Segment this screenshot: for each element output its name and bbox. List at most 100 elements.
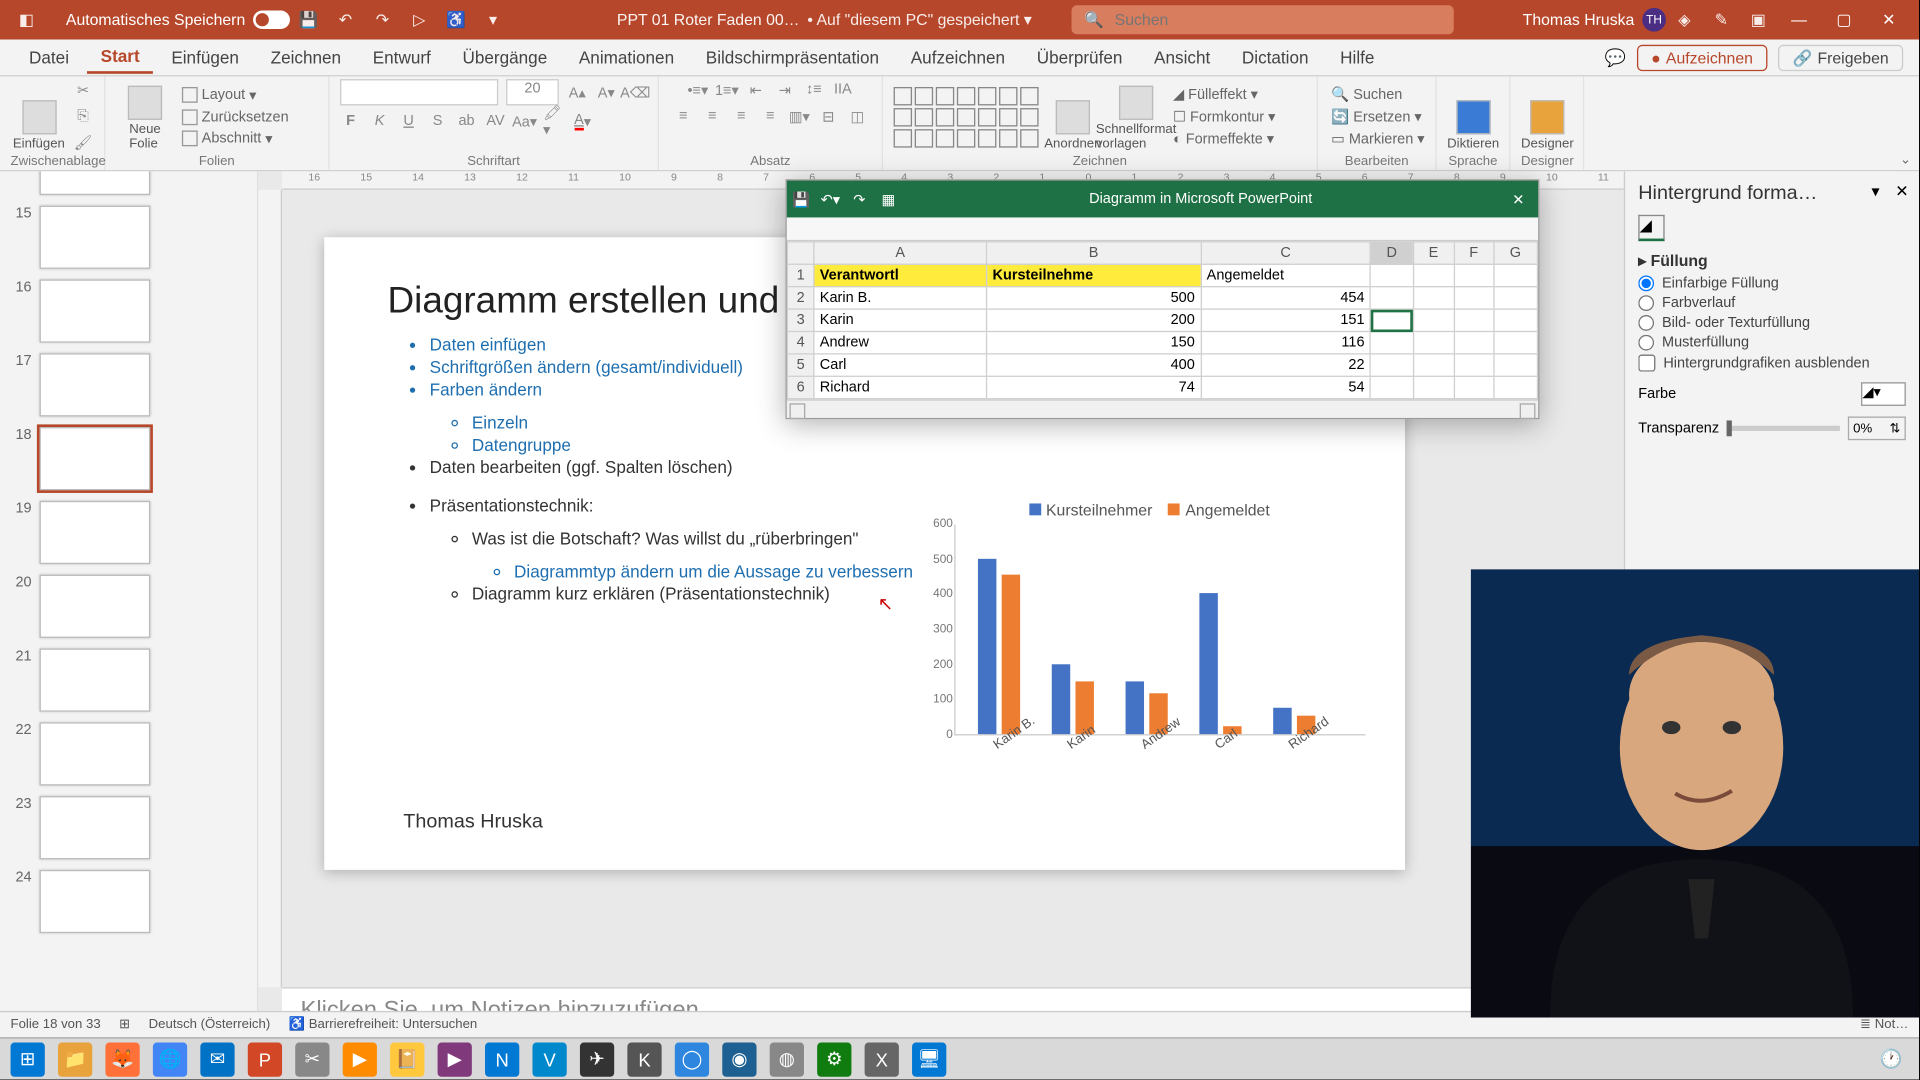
select-button[interactable]: ▭ Markieren▾ [1329, 129, 1428, 149]
accessibility-status[interactable]: ♿ Barrierefreiheit: Untersuchen [289, 1017, 478, 1031]
taskbar-app[interactable]: N [485, 1042, 519, 1076]
row-header[interactable]: 2 [788, 287, 814, 309]
indent-button[interactable]: ⇥ [774, 79, 795, 100]
redo-icon[interactable]: ↷ [372, 9, 393, 30]
grid-icon[interactable]: ▦ [874, 190, 903, 207]
quick-styles-button[interactable]: Schnellformat vorlagen [1107, 82, 1165, 151]
cell[interactable] [1493, 331, 1537, 353]
slide-thumbnail[interactable] [40, 870, 151, 933]
cell[interactable]: Karin [814, 309, 987, 331]
find-button[interactable]: 🔍 Suchen [1329, 84, 1428, 104]
tab-uebergaenge[interactable]: Übergänge [449, 42, 560, 72]
tab-aufzeichnen[interactable]: Aufzeichnen [898, 42, 1019, 72]
taskbar-app[interactable]: ✉ [200, 1042, 234, 1076]
grow-font-icon[interactable]: A▴ [567, 82, 588, 103]
cell[interactable]: 500 [987, 287, 1201, 309]
slide-thumbnail[interactable] [40, 722, 151, 785]
opt-pattern[interactable]: Musterfüllung [1638, 335, 1906, 351]
save-icon[interactable]: 💾 [298, 9, 319, 30]
taskbar-app[interactable]: ◍ [770, 1042, 804, 1076]
taskbar-app[interactable]: 📁 [58, 1042, 92, 1076]
taskbar-app[interactable]: X [865, 1042, 899, 1076]
taskbar-app[interactable]: V [532, 1042, 566, 1076]
cell[interactable]: Angemeldet [1201, 264, 1371, 286]
spacing-button[interactable]: AV [485, 111, 506, 132]
redo-icon[interactable]: ↷ [845, 190, 874, 207]
cell[interactable] [1370, 354, 1412, 376]
slide-thumbnail[interactable] [40, 796, 151, 859]
cell[interactable] [1493, 376, 1537, 398]
cell[interactable]: 74 [987, 376, 1201, 398]
cell[interactable]: 454 [1201, 287, 1371, 309]
cell[interactable] [1413, 264, 1454, 286]
copy-icon[interactable]: ⎘ [72, 106, 93, 127]
cell[interactable] [1370, 331, 1412, 353]
font-color-button[interactable]: A▾ [572, 111, 593, 132]
shadow-button[interactable]: ab [456, 111, 477, 132]
save-icon[interactable]: 💾 [787, 190, 816, 207]
justify-button[interactable]: ≡ [760, 105, 781, 126]
present-icon[interactable]: ▷ [409, 9, 430, 30]
data-grid[interactable]: A B C D E F G 1 Verantwortl Kursteilnehm… [787, 241, 1538, 399]
formula-bar[interactable] [787, 217, 1538, 241]
columns-button[interactable]: ▥▾ [789, 105, 810, 126]
strike-button[interactable]: S [427, 111, 448, 132]
system-tray[interactable]: 🕐 [1874, 1042, 1908, 1076]
row-header[interactable]: 4 [788, 331, 814, 353]
datasheet-scrollbar[interactable] [787, 399, 1538, 417]
cell[interactable] [1493, 309, 1537, 331]
slide-counter[interactable]: Folie 18 von 33 [11, 1017, 101, 1031]
notes-toggle[interactable]: ≣ Not… [1860, 1017, 1908, 1031]
cell[interactable] [1413, 354, 1454, 376]
close-icon[interactable]: ✕ [1499, 190, 1539, 207]
checkbox[interactable] [1638, 355, 1655, 372]
bar[interactable] [1002, 575, 1020, 735]
cell[interactable]: Carl [814, 354, 987, 376]
highlight-button[interactable]: 🖍▾ [543, 111, 564, 132]
cell[interactable] [1413, 331, 1454, 353]
layout-button[interactable]: Layout▾ [179, 85, 291, 105]
align-text-button[interactable]: ⊟ [818, 105, 839, 126]
share-button[interactable]: 🔗 Freigeben [1778, 44, 1903, 70]
slide-thumbnail[interactable] [40, 575, 151, 638]
outdent-button[interactable]: ⇤ [745, 79, 766, 100]
numbering-button[interactable]: 1≡▾ [716, 79, 737, 100]
taskbar-app[interactable]: ▶ [343, 1042, 377, 1076]
slide-thumbnail[interactable] [40, 501, 151, 564]
format-painter-icon[interactable]: 🖌 [72, 132, 93, 153]
designer-button[interactable]: Designer [1521, 82, 1574, 151]
cell[interactable]: Kursteilnehme [987, 264, 1201, 286]
col-header[interactable]: C [1201, 242, 1371, 264]
taskbar-app[interactable]: ◉ [722, 1042, 756, 1076]
record-button[interactable]: ● Aufzeichnen [1637, 44, 1768, 70]
windows-taskbar[interactable]: ⊞📁🦊🌐✉P✂▶📔▶NV✈K◯◉◍⚙X🖥🕐 [0, 1037, 1919, 1079]
taskbar-app[interactable]: ⚙ [817, 1042, 851, 1076]
search-input[interactable] [1115, 11, 1441, 29]
undo-icon[interactable]: ↶▾ [816, 190, 845, 207]
radio[interactable] [1638, 275, 1654, 291]
tab-einfuegen[interactable]: Einfügen [158, 42, 252, 72]
cell[interactable]: Andrew [814, 331, 987, 353]
tab-animationen[interactable]: Animationen [566, 42, 688, 72]
shapes-gallery[interactable] [894, 86, 1039, 147]
taskbar-app[interactable]: ✈ [580, 1042, 614, 1076]
cell[interactable]: 150 [987, 331, 1201, 353]
taskbar-app[interactable]: ◯ [675, 1042, 709, 1076]
color-picker-button[interactable]: ◢▾ [1861, 382, 1906, 406]
cell[interactable] [1454, 331, 1493, 353]
tab-entwurf[interactable]: Entwurf [360, 42, 444, 72]
window-icon[interactable]: ▣ [1748, 9, 1769, 30]
cell[interactable]: Karin B. [814, 287, 987, 309]
cell[interactable] [1454, 287, 1493, 309]
section-button[interactable]: Abschnitt▾ [179, 129, 291, 149]
radio[interactable] [1638, 295, 1654, 311]
col-header[interactable]: E [1413, 242, 1454, 264]
taskbar-app[interactable]: P [248, 1042, 282, 1076]
collapse-ribbon-icon[interactable]: ⌄ [1900, 153, 1911, 167]
autosave-toggle[interactable]: Automatisches Speichern [66, 11, 290, 29]
slide-thumbnail[interactable] [40, 171, 151, 195]
shape-outline-button[interactable]: ☐ Formkontur▾ [1170, 107, 1278, 127]
bar[interactable] [978, 558, 996, 734]
cell[interactable] [1413, 287, 1454, 309]
account-button[interactable]: Thomas Hruska TH [1523, 8, 1666, 32]
